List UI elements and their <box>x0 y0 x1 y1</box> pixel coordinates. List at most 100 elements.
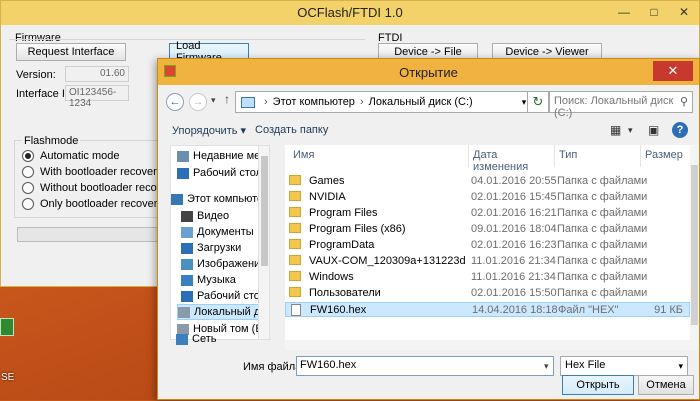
close-icon[interactable]: ✕ <box>669 1 699 23</box>
file-type: Папка с файлами <box>557 255 648 267</box>
file-type: Папка с файлами <box>557 239 648 251</box>
refresh-icon[interactable]: ↻ <box>527 91 549 113</box>
desktop-shortcut-label: SE <box>1 372 15 383</box>
folder-icon <box>289 207 301 217</box>
file-name: Games <box>309 175 345 187</box>
breadcrumb-separator-icon[interactable]: › <box>264 96 268 108</box>
breadcrumb-item[interactable]: Этот компьютер <box>273 96 355 108</box>
folder-icon <box>289 223 301 233</box>
table-row[interactable]: NVIDIA 02.01.2016 15:45 Папка с файлами <box>285 190 690 205</box>
open-file-dialog: Открытие ✕ ← → ▾ ↑ › Этот компьютер › Ло… <box>157 58 700 400</box>
table-row[interactable]: Пользователи 02.01.2016 15:50 Папка с фа… <box>285 286 690 301</box>
file-name: Program Files (x86) <box>309 223 406 235</box>
filename-dropdown-icon[interactable]: ▾ <box>544 361 549 372</box>
nav-label: Сеть <box>192 333 217 345</box>
dialog-close-button[interactable]: ✕ <box>653 61 693 81</box>
nav-item-pictures[interactable]: Изображения <box>181 256 266 272</box>
desktop-shortcut-icon[interactable] <box>0 318 14 336</box>
file-date: 02.01.2016 16:23 <box>471 239 557 251</box>
table-row-selected[interactable]: FW160.hex 14.04.2016 18:18 Файл "HEX" 91… <box>285 302 690 317</box>
file-date: 02.01.2016 15:45 <box>471 191 557 203</box>
file-date: 14.04.2016 18:18 <box>472 304 558 316</box>
table-row[interactable]: Games 04.01.2016 20:55 Папка с файлами <box>285 174 690 189</box>
preview-pane-icon[interactable]: ▣ <box>648 123 659 137</box>
mode-label: Automatic mode <box>40 150 120 162</box>
file-type: Папка с файлами <box>557 175 648 187</box>
nav-label: Этот компьютер <box>187 193 270 205</box>
forward-arrow-icon[interactable]: → <box>189 93 207 111</box>
nav-item-recent[interactable]: Недавние места <box>177 148 269 164</box>
dialog-footer: Имя файла: FW160.hex ▾ Hex File ▾ Открыт… <box>158 351 699 401</box>
folder-icon <box>289 175 301 185</box>
radio-only-recovery[interactable] <box>22 198 34 210</box>
computer-icon <box>171 193 183 205</box>
file-name: FW160.hex <box>310 304 367 316</box>
cancel-button[interactable]: Отмена <box>638 375 694 395</box>
nav-label: Рабочий стол <box>193 167 263 179</box>
minimize-icon[interactable]: — <box>609 1 639 23</box>
breadcrumb-item[interactable]: Локальный диск (C:) <box>369 96 473 108</box>
address-bar[interactable]: › Этот компьютер › Локальный диск (C:) <box>235 91 535 113</box>
nav-item-desktop[interactable]: Рабочий стол <box>177 165 262 181</box>
search-input[interactable]: Поиск: Локальный диск (C:) ⚲ <box>549 91 693 119</box>
radio-with-recovery[interactable] <box>22 166 34 178</box>
nav-label: Видео <box>197 210 230 222</box>
nav-label: Рабочий стол <box>197 290 267 302</box>
breadcrumb-separator-icon[interactable]: › <box>360 96 364 108</box>
open-button[interactable]: Открыть <box>562 375 634 395</box>
request-interface-button[interactable]: Request Interface <box>16 43 126 61</box>
nav-item-documents[interactable]: Документы <box>181 224 254 240</box>
navigation-pane-scrollbar[interactable] <box>258 145 270 340</box>
computer-icon <box>241 96 255 108</box>
mode-automatic[interactable]: Automatic mode <box>22 150 119 162</box>
radio-without-recovery[interactable] <box>22 182 34 194</box>
file-date: 02.01.2016 15:50 <box>471 287 557 299</box>
nav-item-desktop-2[interactable]: Рабочий стол <box>181 288 266 304</box>
column-header-date[interactable]: Дата изменения <box>471 145 555 173</box>
filetype-select[interactable]: Hex File ▾ <box>560 356 688 376</box>
dialog-title: Открытие <box>399 65 458 80</box>
table-row[interactable]: Windows 11.01.2016 21:34 Папка с файлами <box>285 270 690 285</box>
flash-progress-bar <box>17 227 158 242</box>
table-row[interactable]: ProgramData 02.01.2016 16:23 Папка с фай… <box>285 238 690 253</box>
recent-places-icon <box>177 150 189 162</box>
file-type: Папка с файлами <box>557 287 648 299</box>
dialog-toolbar: Упорядочить ▾ Создать папку ▦ ▾ ▣ ? <box>158 117 699 145</box>
nav-item-music[interactable]: Музыка <box>181 272 236 288</box>
table-row[interactable]: Program Files 02.01.2016 16:21 Папка с ф… <box>285 206 690 221</box>
maximize-icon[interactable]: □ <box>639 1 669 23</box>
drive-icon <box>178 306 190 318</box>
nav-item-downloads[interactable]: Загрузки <box>181 240 241 256</box>
file-name: VAUX-COM_120309a+131223d <box>309 255 466 267</box>
radio-automatic[interactable] <box>22 150 34 162</box>
up-arrow-icon[interactable]: ↑ <box>224 92 230 106</box>
table-row[interactable]: VAUX-COM_120309a+131223d 11.01.2016 21:3… <box>285 254 690 269</box>
nav-item-local-disk[interactable]: Локальный диск <box>177 304 269 320</box>
view-dropdown-icon[interactable]: ▾ <box>628 125 633 136</box>
back-arrow-icon[interactable]: ← <box>166 93 184 111</box>
help-icon[interactable]: ? <box>672 122 688 138</box>
recent-locations-chevron-icon[interactable]: ▾ <box>211 95 216 106</box>
filename-input[interactable]: FW160.hex <box>296 356 554 376</box>
nav-item-network[interactable]: Сеть <box>176 331 216 347</box>
ocflash-title: OCFlash/FTDI 1.0 <box>297 5 403 20</box>
nav-item-this-pc[interactable]: Этот компьютер <box>171 191 269 207</box>
file-size: 91 КБ <box>654 304 683 316</box>
table-row[interactable]: Program Files (x86) 09.01.2016 18:04 Пап… <box>285 222 690 237</box>
column-header-size[interactable]: Размер <box>643 145 691 167</box>
file-type: Папка с файлами <box>557 271 648 283</box>
file-date: 11.01.2016 21:34 <box>471 271 556 283</box>
file-date: 09.01.2016 18:04 <box>471 223 557 235</box>
nav-label: Загрузки <box>197 242 242 254</box>
nav-item-video[interactable]: Видео <box>181 208 229 224</box>
column-header-type[interactable]: Тип <box>557 145 641 167</box>
close-icon: ✕ <box>667 63 679 78</box>
nav-label: Изображения <box>197 258 267 270</box>
column-header-name[interactable]: Имя <box>289 145 469 167</box>
new-folder-button[interactable]: Создать папку <box>255 124 328 136</box>
desktop-icon <box>177 167 189 179</box>
file-list-scrollbar[interactable] <box>690 145 699 340</box>
organize-menu[interactable]: Упорядочить ▾ <box>172 124 246 137</box>
file-list-horizontal-scrollbar[interactable] <box>285 340 699 350</box>
view-options-icon[interactable]: ▦ <box>610 123 621 137</box>
